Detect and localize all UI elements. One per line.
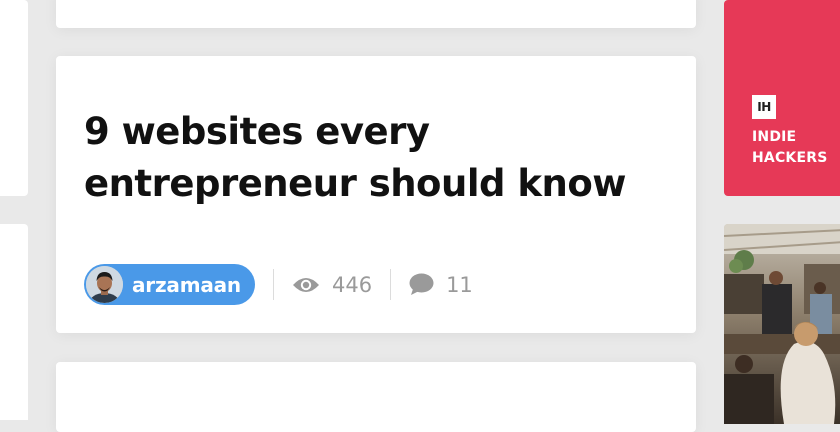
brand-line-2: HACKERS [752,150,828,166]
comment-icon [409,273,434,296]
indie-hackers-logo: IH [752,95,776,119]
adjacent-card-left-bottom[interactable] [0,224,28,420]
article-card-previous[interactable] [56,0,696,28]
views-stat: 446 [292,273,372,297]
article-card[interactable]: 9 websites every entrepreneur should kno… [56,56,696,333]
meta-divider [390,269,392,300]
article-title[interactable]: 9 websites every entrepreneur should kno… [84,106,684,210]
author-pill[interactable]: arzamaan [84,264,255,305]
indie-hackers-promo[interactable]: IH INDIE HACKERS [724,0,840,196]
meta-divider [272,269,274,300]
comments-count: 11 [446,272,473,297]
cafe-photo-image [724,224,840,424]
views-count: 446 [331,272,373,297]
article-card-next[interactable] [56,362,696,432]
brand-line-1: INDIE [752,129,797,145]
comments-stat[interactable]: 11 [409,273,473,297]
adjacent-card-left-top[interactable] [0,0,28,196]
eye-icon [292,276,320,294]
cafe-photo[interactable] [724,224,840,424]
author-name: arzamaan [132,272,241,297]
article-meta: arzamaan 446 11 [84,264,473,305]
avatar [86,266,123,303]
indie-hackers-label: INDIE HACKERS [752,127,828,169]
